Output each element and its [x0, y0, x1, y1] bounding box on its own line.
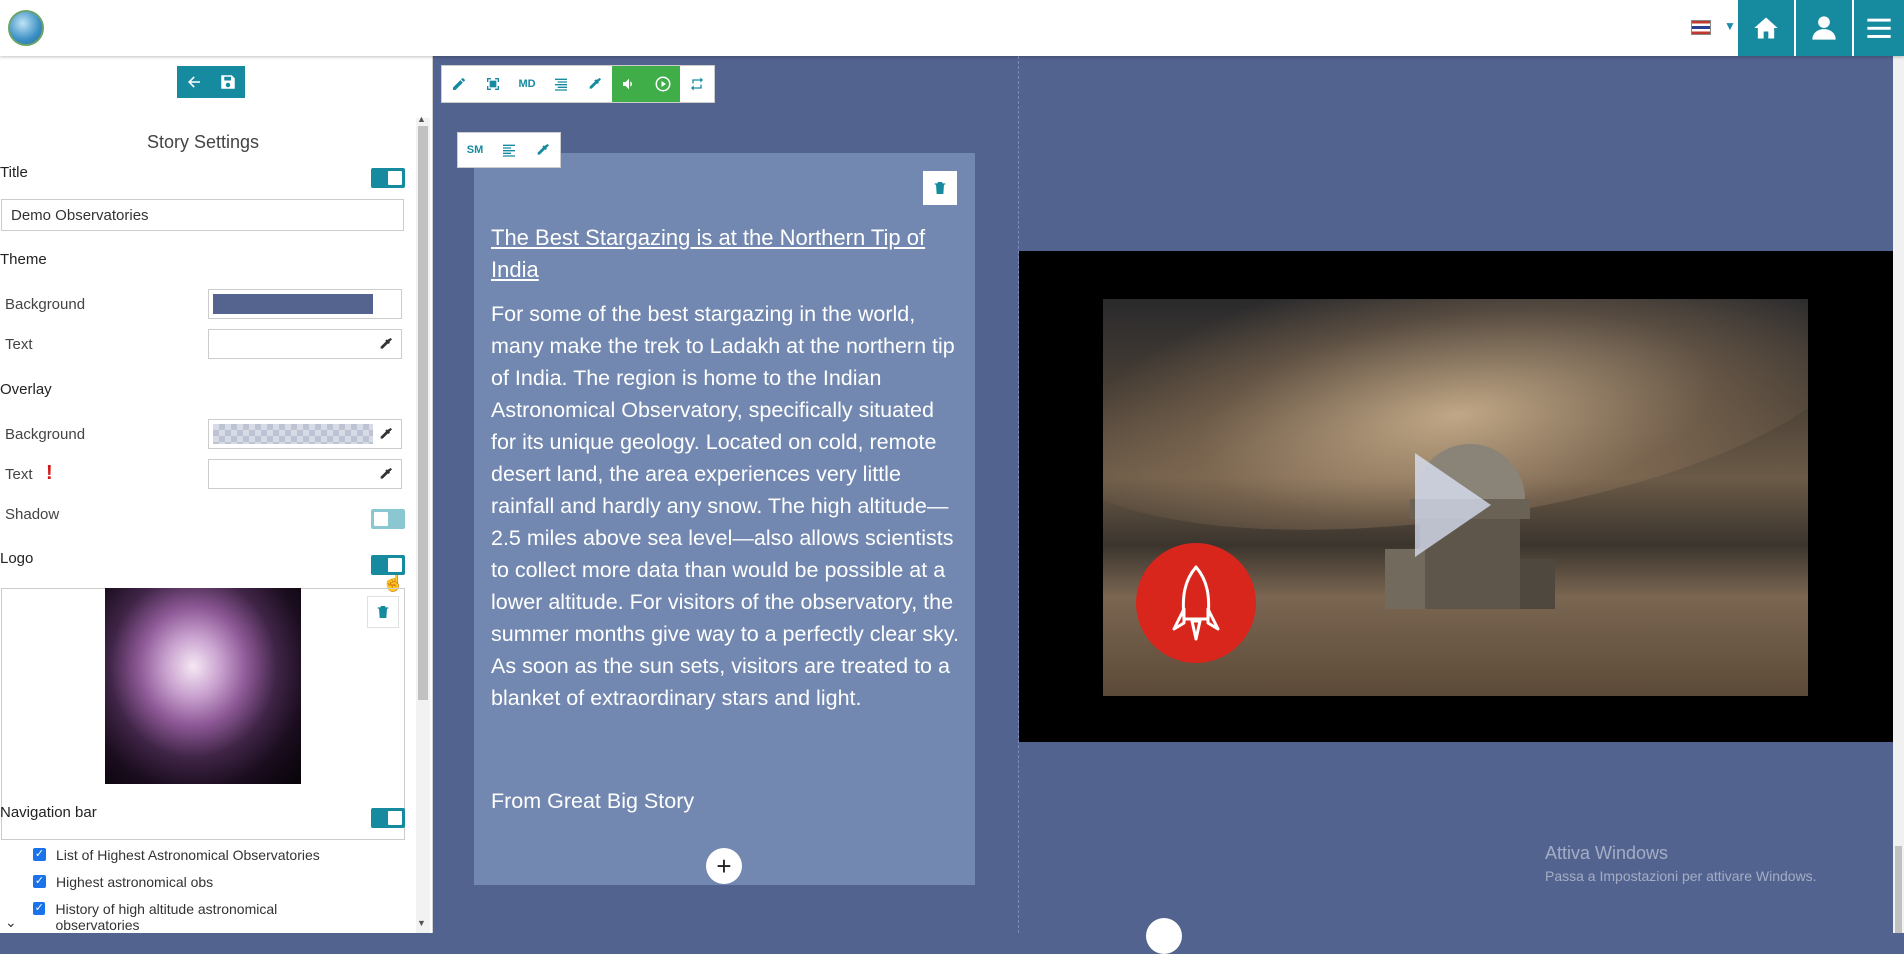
overlay-label: Overlay	[0, 381, 52, 398]
play-button[interactable]	[646, 66, 680, 102]
theme-text-label: Text	[5, 336, 33, 353]
nav-item[interactable]: ✓ List of Highest Astronomical Observato…	[33, 847, 320, 863]
section-toolbar: MD	[441, 65, 715, 103]
menu-icon	[1867, 18, 1891, 38]
nav-item-label: List of Highest Astronomical Observatori…	[56, 847, 320, 863]
play-circle-icon	[655, 76, 671, 92]
sidebar-toolbar	[177, 66, 245, 98]
title-label: Title	[0, 164, 28, 181]
repeat-icon	[691, 77, 703, 91]
rocket-icon	[1136, 543, 1256, 663]
logo-toggle[interactable]	[371, 555, 405, 575]
align-left-button[interactable]	[492, 133, 526, 167]
menu-button[interactable]	[1854, 0, 1904, 56]
eyedropper-icon	[537, 144, 549, 155]
home-icon	[1754, 17, 1778, 39]
overlay-background-swatch	[213, 424, 373, 444]
overlay-background-picker[interactable]	[208, 419, 402, 449]
trash-icon	[934, 182, 946, 194]
size-md-button[interactable]: MD	[510, 66, 544, 102]
page-scrollbar[interactable]	[1893, 56, 1904, 933]
play-video-icon[interactable]	[1415, 453, 1491, 557]
eyedropper-icon	[589, 78, 601, 89]
fullscreen-icon	[487, 78, 499, 90]
theme-background-label: Background	[5, 296, 86, 313]
align-icon	[555, 78, 567, 91]
flag-uk-icon[interactable]	[1691, 20, 1711, 35]
back-arrow-icon	[188, 76, 200, 88]
save-button[interactable]	[211, 66, 245, 98]
title-field[interactable]	[1, 199, 404, 231]
warning-icon: !	[46, 462, 53, 484]
nav-item[interactable]: ✓ History of high altitude astronomical …	[33, 901, 353, 933]
eyedropper-button[interactable]	[578, 66, 612, 102]
nav-item-label: Highest astronomical obs	[56, 874, 214, 890]
home-button[interactable]	[1738, 0, 1794, 56]
scroll-up-icon[interactable]: ▲	[417, 114, 426, 124]
eyedropper-button[interactable]	[526, 133, 560, 167]
chevron-down-icon[interactable]: ⌄	[5, 914, 17, 931]
navigation-bar-label: Navigation bar	[0, 804, 97, 821]
fullscreen-button[interactable]	[476, 66, 510, 102]
navigation-bar-toggle[interactable]	[371, 808, 405, 828]
page-scroll-thumb[interactable]	[1895, 846, 1902, 933]
nav-item-label: History of high altitude astronomical ob…	[55, 901, 278, 933]
windows-activation-subtitle: Passa a Impostazioni per attivare Window…	[1545, 868, 1817, 884]
user-button[interactable]	[1796, 0, 1852, 56]
checkbox[interactable]: ✓	[33, 902, 46, 915]
shadow-label: Shadow	[5, 506, 60, 523]
eyedropper-icon[interactable]	[377, 465, 395, 483]
repeat-button[interactable]	[680, 66, 714, 102]
top-bar: ▼	[0, 0, 1904, 56]
chevron-down-icon[interactable]: ▼	[1724, 19, 1736, 33]
edit-button[interactable]	[442, 66, 476, 102]
eyedropper-icon[interactable]	[377, 295, 395, 313]
theme-label: Theme	[0, 251, 47, 268]
logo-label: Logo	[0, 550, 34, 567]
globe-icon[interactable]	[8, 10, 44, 46]
card-source-text: From Great Big Story	[491, 789, 695, 813]
title-toggle[interactable]	[371, 168, 405, 188]
checkbox[interactable]: ✓	[33, 848, 46, 861]
eyedropper-icon[interactable]	[377, 335, 395, 353]
edit-icon	[453, 77, 465, 90]
user-icon	[1812, 16, 1836, 40]
card-body-text: For some of the best stargazing in the w…	[491, 302, 959, 710]
back-button[interactable]	[177, 66, 211, 98]
story-settings-sidebar: ▲ ▼ Story Settings Title Theme Backgroun…	[0, 56, 433, 933]
eyedropper-icon[interactable]	[377, 425, 395, 443]
add-content-button[interactable]: +	[706, 848, 742, 884]
volume-button[interactable]	[612, 66, 646, 102]
theme-background-picker[interactable]	[208, 289, 402, 319]
shadow-toggle[interactable]	[371, 509, 405, 529]
align-left-icon	[503, 144, 515, 157]
text-toolbar: SM	[457, 132, 561, 168]
panel-title: Story Settings	[146, 132, 260, 152]
size-sm-button[interactable]: SM	[458, 133, 492, 167]
save-icon	[221, 75, 235, 89]
theme-background-swatch	[213, 294, 373, 314]
overlay-text-label: Text	[5, 466, 33, 483]
theme-text-picker[interactable]	[208, 329, 402, 359]
logo-image	[105, 588, 301, 784]
checkbox[interactable]: ✓	[33, 875, 46, 888]
overlay-background-label: Background	[5, 426, 86, 443]
trash-icon	[377, 606, 389, 618]
scroll-down-icon[interactable]: ▼	[417, 918, 426, 928]
volume-icon	[623, 78, 632, 90]
card-title-link[interactable]: The Best Stargazing is at the Northern T…	[491, 222, 951, 286]
nav-item[interactable]: ✓ Highest astronomical obs	[33, 874, 213, 890]
add-section-button[interactable]	[1146, 918, 1182, 954]
sidebar-scroll-thumb[interactable]	[418, 126, 428, 700]
overlay-text-picker[interactable]	[208, 459, 402, 489]
align-button[interactable]	[544, 66, 578, 102]
delete-card-button[interactable]	[923, 171, 957, 205]
windows-activation-title: Attiva Windows	[1545, 843, 1669, 863]
delete-logo-button[interactable]	[367, 596, 399, 628]
